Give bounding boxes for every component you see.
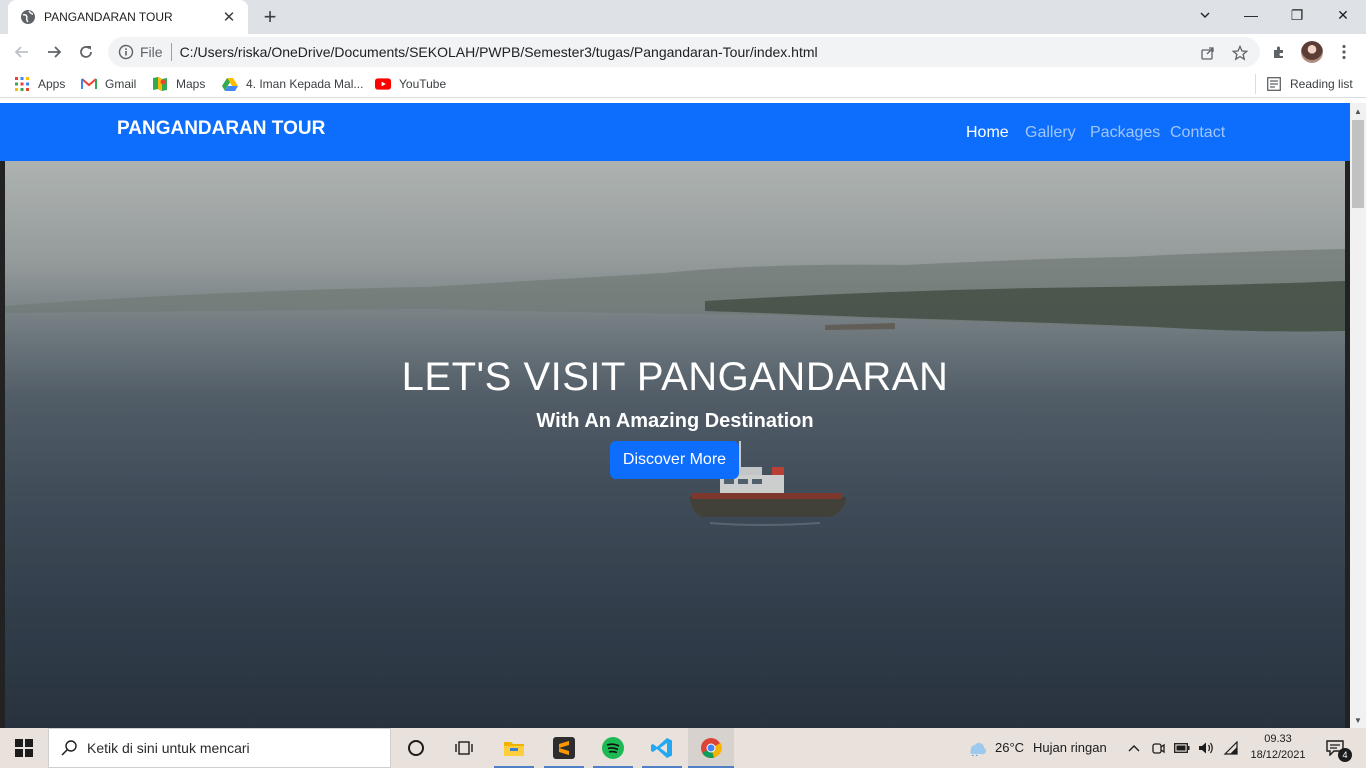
nav-link-packages[interactable]: Packages <box>1090 124 1160 142</box>
tab-title: PANGANDARAN TOUR <box>44 10 173 24</box>
minimize-button[interactable]: — <box>1228 0 1274 30</box>
taskbar-search-box[interactable]: Ketik di sini untuk mencari <box>48 728 391 768</box>
hero-section: LET'S VISIT PANGANDARAN With An Amazing … <box>5 161 1345 728</box>
scheme-label: File <box>140 44 163 60</box>
maximize-button[interactable]: ❐ <box>1274 0 1320 30</box>
sublime-text-icon[interactable] <box>544 728 584 768</box>
system-clock[interactable]: 09.33 18/12/2021 <box>1248 731 1308 763</box>
bookmark-label: Gmail <box>105 77 137 91</box>
globe-icon <box>20 9 36 25</box>
windows-logo-icon <box>15 739 33 757</box>
bookmarks-bar: Apps Gmail Maps 4. Iman Kepada Mal... Yo… <box>0 70 1366 98</box>
bookmark-label: Apps <box>38 77 66 91</box>
weather-icon[interactable] <box>964 728 988 768</box>
wifi-icon[interactable] <box>1220 728 1240 768</box>
tab-search-icon[interactable] <box>1182 0 1228 30</box>
scroll-up-arrow-icon[interactable]: ▲ <box>1350 103 1366 119</box>
bookmark-gmail[interactable]: Gmail <box>81 75 136 93</box>
back-arrow-icon <box>14 46 28 58</box>
reading-list-label: Reading list <box>1290 77 1353 91</box>
nav-link-contact[interactable]: Contact <box>1170 124 1225 142</box>
nav-link-home[interactable]: Home <box>966 124 1009 142</box>
search-placeholder: Ketik di sini untuk mencari <box>87 740 250 756</box>
bookmark-star-icon[interactable] <box>1230 43 1250 63</box>
hero-background-landscape <box>5 249 1345 332</box>
volume-icon[interactable] <box>1196 728 1216 768</box>
notifications-button[interactable]: 4 <box>1320 728 1352 768</box>
browser-toolbar: File C:/Users/riska/OneDrive/Documents/S… <box>0 34 1366 70</box>
drive-icon <box>222 76 238 92</box>
reload-button[interactable] <box>72 38 100 66</box>
weather-temp: 26°C <box>995 740 1025 755</box>
maps-icon <box>152 76 168 92</box>
bookmarks-divider <box>1255 74 1256 94</box>
spotify-icon[interactable] <box>593 728 633 768</box>
close-window-button[interactable]: ✕ <box>1320 0 1366 30</box>
bookmark-label: Maps <box>176 77 206 91</box>
cortana-icon[interactable] <box>398 728 434 768</box>
meet-now-icon[interactable] <box>1148 728 1168 768</box>
search-icon <box>61 740 77 756</box>
clock-date: 18/12/2021 <box>1250 749 1306 761</box>
start-button[interactable] <box>0 728 48 768</box>
clock-time: 09.33 <box>1264 733 1292 745</box>
bookmark-maps[interactable]: Maps <box>152 75 205 93</box>
browser-tab-strip: PANGANDARAN TOUR ✕ + — ❐ ✕ <box>0 0 1366 34</box>
menu-kebab-icon[interactable] <box>1333 41 1355 63</box>
apps-grid-icon <box>14 76 30 92</box>
battery-icon[interactable] <box>1172 728 1192 768</box>
gmail-icon <box>81 76 97 92</box>
vscode-icon[interactable] <box>642 728 682 768</box>
tab-close-icon[interactable]: ✕ <box>220 8 238 26</box>
bookmark-drive-doc[interactable]: 4. Iman Kepada Mal... <box>222 75 363 93</box>
hero-subtitle: With An Amazing Destination <box>536 410 814 432</box>
file-explorer-icon[interactable] <box>494 728 534 768</box>
profile-avatar[interactable] <box>1301 41 1323 63</box>
forward-button[interactable] <box>40 38 68 66</box>
browser-tab[interactable]: PANGANDARAN TOUR ✕ <box>8 0 248 34</box>
chrome-icon[interactable] <box>688 728 734 768</box>
reload-icon <box>80 46 92 58</box>
reading-list-button[interactable]: Reading list <box>1266 75 1353 93</box>
show-hidden-icons-chevron-icon[interactable] <box>1124 728 1144 768</box>
url-text[interactable]: C:/Users/riska/OneDrive/Documents/SEKOLA… <box>180 44 818 60</box>
extensions-icon[interactable] <box>1268 41 1290 63</box>
back-button[interactable] <box>8 38 36 66</box>
page-scrollbar[interactable]: ▲ ▼ <box>1350 103 1366 728</box>
nav-link-gallery[interactable]: Gallery <box>1025 124 1076 142</box>
notification-count-badge: 4 <box>1338 748 1352 762</box>
scrollbar-thumb[interactable] <box>1352 120 1364 208</box>
share-icon[interactable] <box>1198 43 1218 63</box>
address-bar[interactable]: File C:/Users/riska/OneDrive/Documents/S… <box>108 37 1260 67</box>
omnibox-divider <box>170 43 172 61</box>
weather-condition: Hujan ringan <box>1033 740 1107 755</box>
hero-title: LET'S VISIT PANGANDARAN <box>401 355 949 399</box>
bookmark-label: YouTube <box>399 77 447 91</box>
new-tab-button[interactable]: + <box>256 4 284 30</box>
reading-list-icon <box>1266 76 1282 92</box>
bookmark-label: 4. Iman Kepada Mal... <box>246 77 364 91</box>
scroll-down-arrow-icon[interactable]: ▼ <box>1350 712 1366 728</box>
task-view-icon[interactable] <box>446 728 482 768</box>
bookmark-apps[interactable]: Apps <box>14 75 65 93</box>
page-viewport: PANGANDARAN TOUR Home Gallery Packages C… <box>0 103 1350 728</box>
forward-arrow-icon <box>48 46 62 58</box>
discover-more-button[interactable]: Discover More <box>610 441 739 479</box>
windows-taskbar: Ketik di sini untuk mencari 26°C Hujan r… <box>0 728 1366 768</box>
youtube-icon <box>375 76 391 92</box>
bookmark-youtube[interactable]: YouTube <box>375 75 446 93</box>
site-navbar: PANGANDARAN TOUR Home Gallery Packages C… <box>0 103 1350 161</box>
site-brand[interactable]: PANGANDARAN TOUR <box>117 118 325 140</box>
info-icon[interactable] <box>118 44 134 60</box>
